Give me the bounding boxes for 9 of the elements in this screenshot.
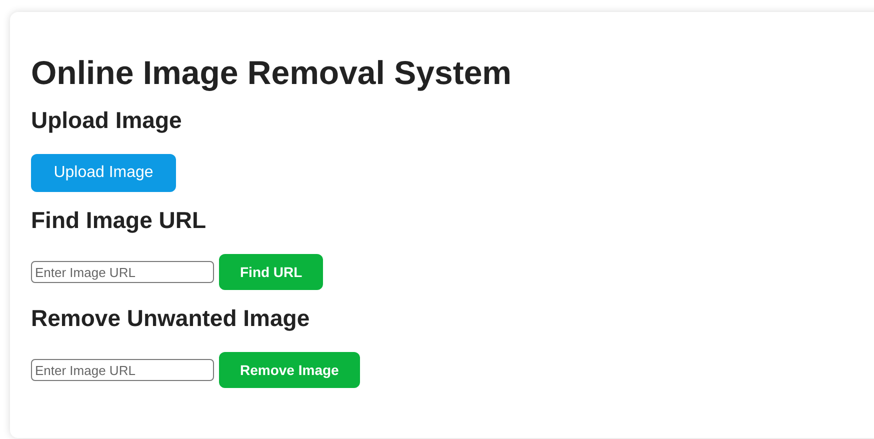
page-title: Online Image Removal System	[31, 54, 512, 92]
section-heading: Remove Unwanted Image	[31, 304, 310, 332]
action-button[interactable]: Remove Image	[219, 352, 360, 388]
url-input[interactable]: Enter Image URL	[31, 261, 214, 283]
action-button[interactable]: Find URL	[219, 254, 324, 290]
section-heading: Upload Image	[31, 106, 182, 134]
upload-button[interactable]: Upload Image	[31, 154, 176, 192]
section-heading: Find Image URL	[31, 206, 206, 234]
url-input[interactable]: Enter Image URL	[31, 359, 214, 381]
